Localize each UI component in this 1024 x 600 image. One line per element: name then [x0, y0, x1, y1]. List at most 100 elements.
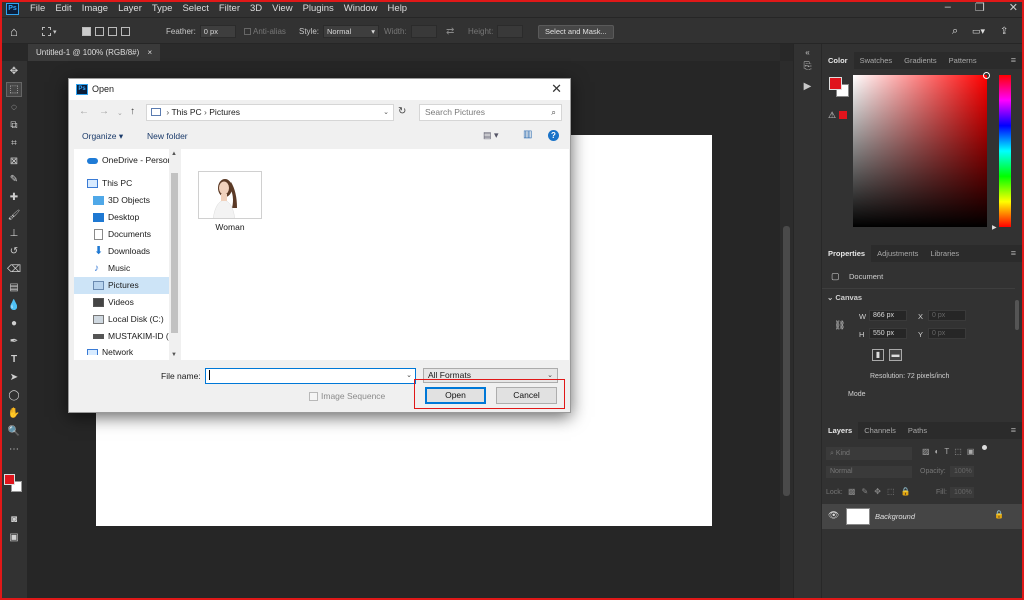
organize-button[interactable]: Organize ▾ [82, 131, 123, 142]
nav-item-network[interactable]: Network [74, 345, 174, 355]
healing-brush-tool-icon[interactable]: ✚ [7, 191, 21, 204]
more-tools-icon[interactable]: ⋯ [7, 443, 21, 456]
file-name-woman[interactable]: Woman [198, 222, 262, 232]
opacity-input[interactable]: 100% [950, 466, 974, 477]
lock-icons[interactable]: ▩✎✥⬚🔒 [848, 487, 916, 496]
ellipse-tool-icon[interactable]: ◯ [7, 389, 21, 402]
antialias-checkbox[interactable] [244, 28, 251, 35]
photoshop-logo-icon[interactable]: Ps [6, 2, 19, 15]
tab-channels[interactable]: Channels [858, 422, 902, 439]
image-sequence-checkbox[interactable] [309, 392, 318, 401]
foreground-color-swatch[interactable] [4, 474, 15, 485]
marquee-preset-icon[interactable]: ▾ [40, 18, 57, 45]
dialog-close-icon[interactable]: ✕ [551, 81, 562, 97]
maximize-icon[interactable]: ❐ [975, 1, 985, 14]
screen-mode-icon[interactable]: ▣ [7, 531, 21, 544]
blur-tool-icon[interactable]: 💧 [7, 299, 21, 312]
lasso-tool-icon[interactable]: ◌ [7, 101, 21, 114]
eyedropper-tool-icon[interactable]: ✎ [7, 173, 21, 186]
tab-gradients[interactable]: Gradients [898, 52, 943, 69]
menu-plugins[interactable]: Plugins [298, 3, 339, 14]
quick-mask-icon[interactable]: ◙ [7, 513, 21, 526]
canvas-scrollbar[interactable] [780, 61, 793, 600]
menu-window[interactable]: Window [339, 3, 383, 14]
nav-item-downloads[interactable]: ⬇ Downloads [74, 243, 174, 260]
menu-select[interactable]: Select [177, 3, 213, 14]
color-saturation-picker[interactable] [853, 72, 990, 227]
color-panel-foreground-swatch[interactable] [829, 77, 842, 90]
filter-toggle-icon[interactable] [982, 445, 987, 450]
history-panel-icon[interactable]: ⎘ [801, 60, 814, 73]
canvas-height-input[interactable]: 550 px [869, 328, 907, 339]
layer-visibility-eye-icon[interactable]: 👁 [828, 510, 839, 521]
new-selection-icon[interactable] [82, 27, 91, 36]
portrait-orientation-icon[interactable]: ▮ [872, 349, 884, 361]
tab-paths[interactable]: Paths [902, 422, 933, 439]
hue-slider-handle-icon[interactable]: ▶ [992, 224, 997, 231]
navigation-scrollbar-thumb[interactable] [171, 173, 178, 333]
height-input[interactable] [497, 25, 524, 38]
color-panel-menu-icon[interactable]: ≡ [1011, 52, 1016, 69]
properties-panel-menu-icon[interactable]: ≡ [1011, 245, 1016, 262]
width-input[interactable] [410, 25, 437, 38]
history-brush-tool-icon[interactable]: ↺ [7, 245, 21, 258]
nav-item-this-pc[interactable]: This PC [74, 175, 174, 192]
search-input[interactable]: Search Pictures ⌕ [419, 104, 562, 121]
tab-layers[interactable]: Layers [822, 422, 859, 439]
actions-panel-icon[interactable]: ▶ [801, 80, 814, 93]
style-select[interactable]: Normal ▾ [323, 25, 380, 38]
nav-item-pictures[interactable]: Pictures [74, 277, 174, 294]
nav-item-desktop[interactable]: Desktop [74, 209, 174, 226]
menu-type[interactable]: Type [147, 3, 178, 14]
up-arrow-icon[interactable]: ↑ [130, 106, 135, 117]
preview-pane-icon[interactable]: ▥ [523, 129, 532, 140]
close-icon[interactable]: ✕ [1009, 1, 1018, 14]
marquee-tool-icon[interactable]: ⬚ [6, 82, 22, 97]
add-selection-icon[interactable] [95, 27, 104, 36]
file-thumbnail-woman[interactable] [198, 171, 262, 219]
menu-file[interactable]: File [25, 3, 50, 14]
new-folder-button[interactable]: New folder [147, 131, 188, 141]
link-dimensions-icon[interactable]: ⛓ [834, 320, 845, 331]
properties-scrollbar[interactable] [1015, 300, 1019, 330]
dodge-tool-icon[interactable]: ● [7, 317, 21, 330]
subtract-selection-icon[interactable] [108, 27, 117, 36]
canvas-scrollbar-thumb[interactable] [783, 226, 790, 496]
swap-icon[interactable]: ⇄ [446, 18, 454, 45]
menu-filter[interactable]: Filter [214, 3, 245, 14]
crop-tool-icon[interactable]: ⌗ [7, 137, 21, 150]
intersect-selection-icon[interactable] [121, 27, 130, 36]
select-and-mask-button[interactable]: Select and Mask... [538, 24, 614, 39]
layer-row[interactable]: 👁 Background 🔒 [822, 504, 1022, 529]
tab-patterns[interactable]: Patterns [943, 52, 983, 69]
canvas-section-header[interactable]: ⌄ Canvas [827, 293, 862, 302]
move-tool-icon[interactable]: ✥ [7, 65, 21, 78]
pen-tool-icon[interactable]: ✒ [7, 335, 21, 348]
frame-tool-icon[interactable]: ⊠ [7, 155, 21, 168]
path-selection-tool-icon[interactable]: ➤ [7, 371, 21, 384]
fill-input[interactable]: 100% [950, 487, 974, 498]
menu-3d[interactable]: 3D [245, 3, 267, 14]
landscape-orientation-icon[interactable]: ▬ [889, 349, 902, 361]
menu-edit[interactable]: Edit [50, 3, 76, 14]
nav-item-usb-drive[interactable]: MUSTAKIM-ID (D [74, 328, 175, 345]
tab-swatches[interactable]: Swatches [854, 52, 899, 69]
canvas-x-input[interactable]: 0 px [928, 310, 966, 321]
file-name-dropdown-icon[interactable]: ⌄ [406, 369, 412, 383]
help-icon[interactable]: ? [548, 130, 559, 141]
hue-slider[interactable] [999, 75, 1011, 227]
object-select-tool-icon[interactable]: ⧉ [7, 119, 21, 132]
view-options-icon[interactable]: ▤ ▾ [483, 130, 499, 141]
menu-view[interactable]: View [267, 3, 297, 14]
scroll-down-icon[interactable]: ▼ [171, 352, 177, 358]
tab-libraries[interactable]: Libraries [924, 245, 965, 262]
minimize-icon[interactable]: – [945, 1, 951, 14]
address-dropdown-icon[interactable]: ⌄ [383, 105, 389, 120]
refresh-icon[interactable]: ↻ [398, 106, 406, 117]
color-picker-marker[interactable] [983, 72, 990, 79]
selection-mode-icons[interactable] [80, 18, 132, 45]
collapse-panels-icon[interactable]: « [801, 46, 814, 59]
document-tab[interactable]: Untitled-1 @ 100% (RGB/8#) × [28, 44, 161, 61]
tab-properties[interactable]: Properties [822, 245, 872, 262]
nav-item-local-disk[interactable]: Local Disk (C:) [74, 311, 174, 328]
